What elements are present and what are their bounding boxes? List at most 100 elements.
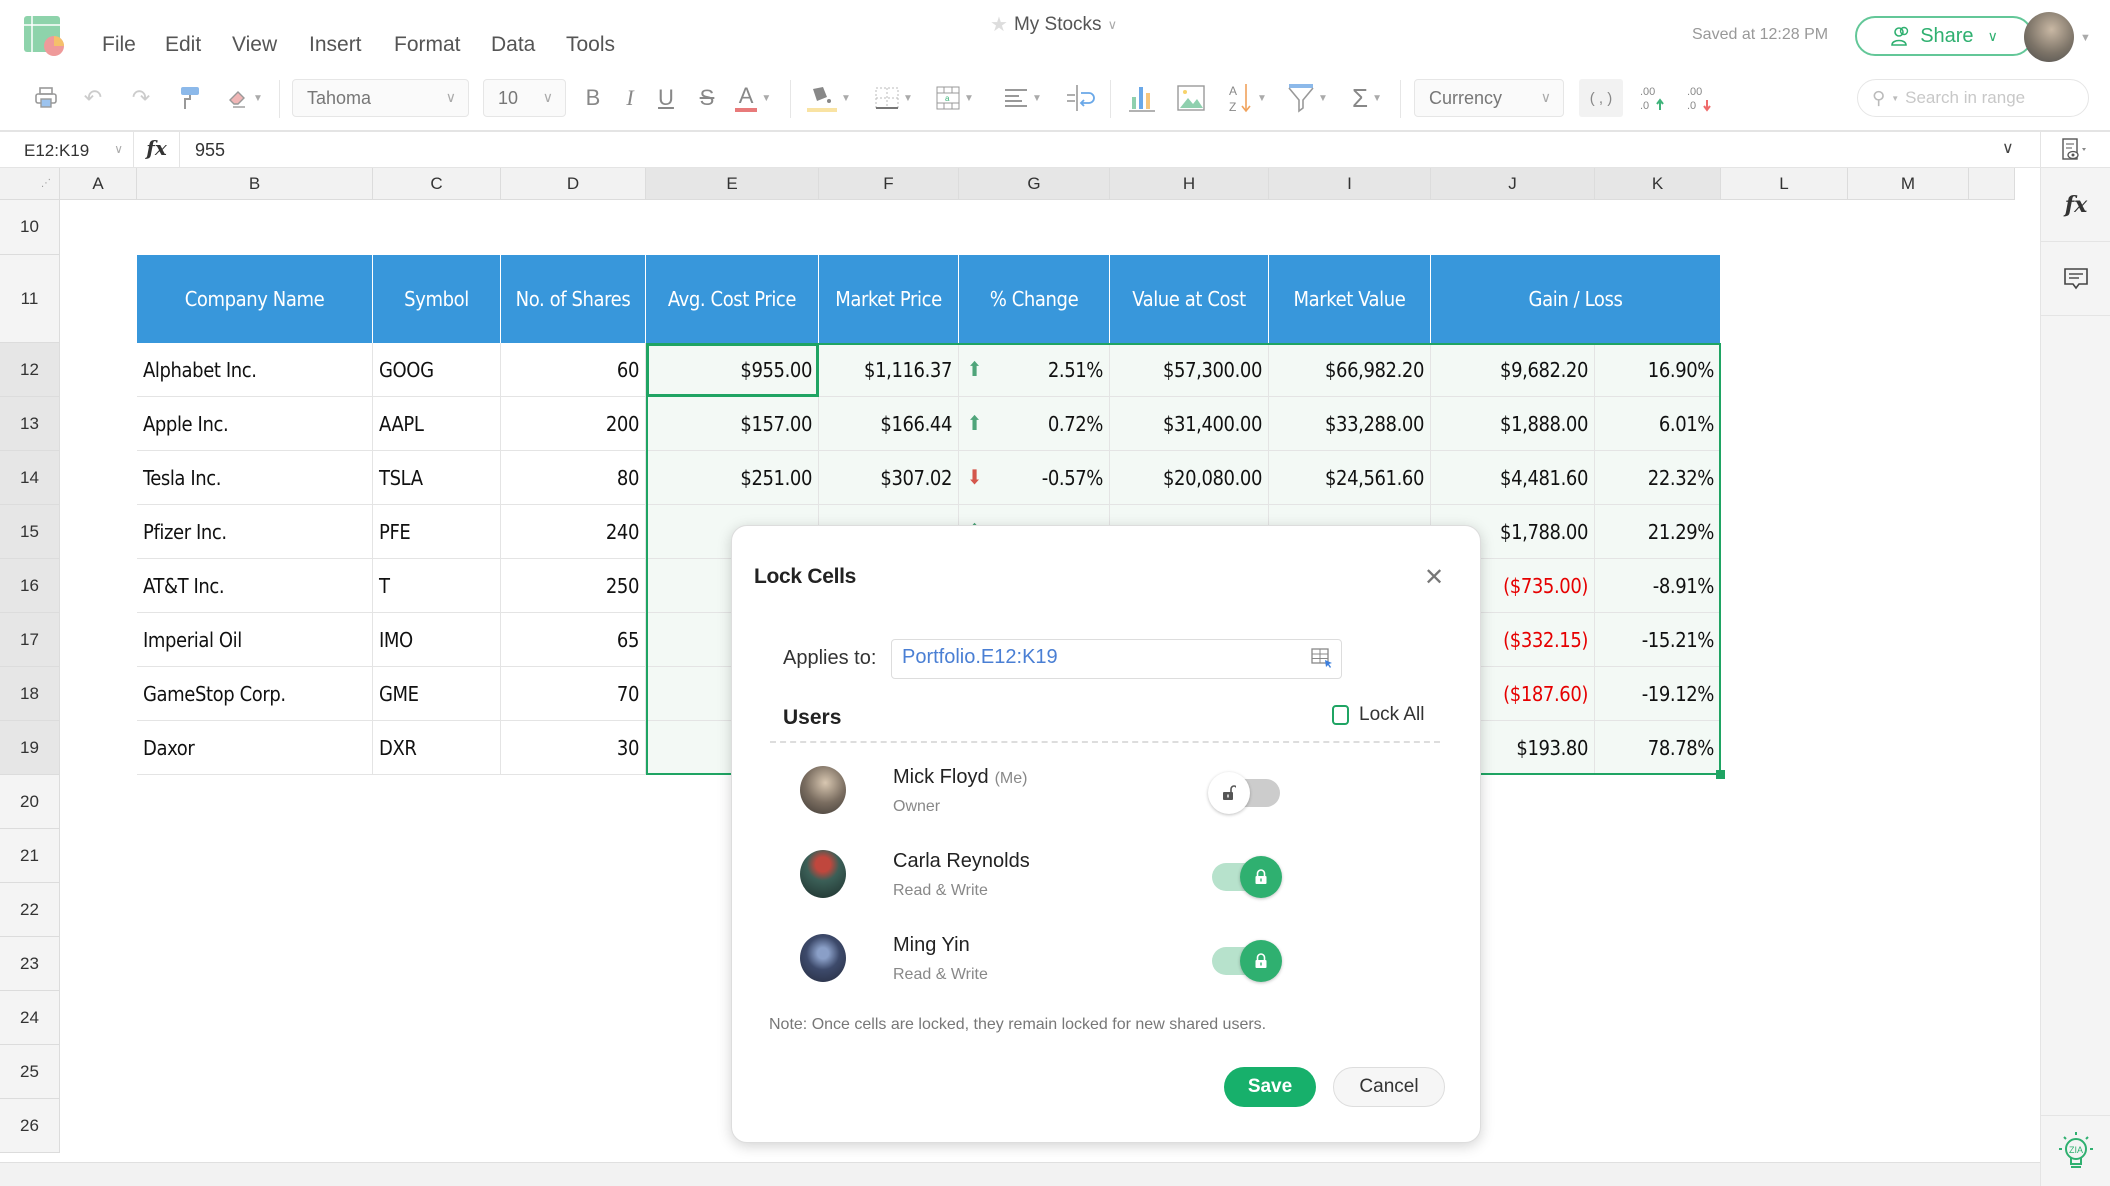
- row-header-24[interactable]: 24: [0, 991, 60, 1045]
- row-cell-a[interactable]: [60, 451, 137, 505]
- symbol-cell[interactable]: T: [373, 559, 501, 613]
- italic-icon[interactable]: I: [617, 82, 643, 114]
- lock-toggle[interactable]: [1208, 940, 1282, 982]
- symbol-cell[interactable]: DXR: [373, 721, 501, 775]
- menu-edit[interactable]: Edit: [165, 33, 201, 57]
- number-format-select[interactable]: Currency ∨: [1414, 79, 1564, 117]
- column-header-d[interactable]: D: [501, 168, 646, 200]
- row-header-14[interactable]: 14: [0, 451, 60, 505]
- underline-icon[interactable]: U: [653, 82, 679, 114]
- row-cell-a[interactable]: [60, 343, 137, 397]
- name-box[interactable]: E12:K19 ∨: [0, 132, 134, 168]
- row-cell-a[interactable]: [60, 721, 137, 775]
- image-icon[interactable]: [1175, 82, 1207, 114]
- increase-decimal-icon[interactable]: .00.0: [1637, 82, 1669, 114]
- symbol-cell[interactable]: GOOG: [373, 343, 501, 397]
- row-header-13[interactable]: 13: [0, 397, 60, 451]
- lock-toggle[interactable]: [1208, 772, 1280, 814]
- chevron-down-icon[interactable]: ∨: [114, 142, 123, 156]
- shares-cell[interactable]: 250: [501, 559, 646, 613]
- shares-cell[interactable]: 30: [501, 721, 646, 775]
- symbol-cell[interactable]: GME: [373, 667, 501, 721]
- row-header-16[interactable]: 16: [0, 559, 60, 613]
- menu-format[interactable]: Format: [394, 33, 461, 57]
- search-range-input[interactable]: ⚲ ▼ Search in range: [1857, 79, 2089, 117]
- row-header-12[interactable]: 12: [0, 343, 60, 397]
- shares-cell[interactable]: 70: [501, 667, 646, 721]
- gain-pct-cell[interactable]: -15.21%: [1595, 613, 1721, 667]
- company-cell[interactable]: Alphabet Inc.: [137, 343, 373, 397]
- shares-cell[interactable]: 60: [501, 343, 646, 397]
- font-family-select[interactable]: Tahoma ∨: [292, 79, 469, 117]
- bold-icon[interactable]: B: [580, 82, 606, 114]
- shares-cell[interactable]: 240: [501, 505, 646, 559]
- formula-input[interactable]: 955: [195, 140, 225, 161]
- menu-tools[interactable]: Tools: [566, 33, 615, 57]
- company-cell[interactable]: Tesla Inc.: [137, 451, 373, 505]
- expand-formula-icon[interactable]: ∨: [2002, 138, 2014, 158]
- save-button[interactable]: Save: [1224, 1067, 1316, 1107]
- horizontal-scrollbar[interactable]: [0, 1162, 2040, 1186]
- column-header-a[interactable]: A: [60, 168, 137, 200]
- gain-pct-cell[interactable]: 6.01%: [1595, 397, 1721, 451]
- value-at-cost-cell[interactable]: $20,080.00: [1110, 451, 1269, 505]
- star-icon[interactable]: ★: [990, 12, 1008, 37]
- column-header-i[interactable]: I: [1269, 168, 1431, 200]
- value-at-cost-cell[interactable]: $57,300.00: [1110, 343, 1269, 397]
- select-range-icon[interactable]: [1311, 648, 1333, 668]
- gain-pct-cell[interactable]: -8.91%: [1595, 559, 1721, 613]
- row-header-11[interactable]: 11: [0, 255, 60, 343]
- font-size-select[interactable]: 10 ∨: [483, 79, 566, 117]
- gain-cell[interactable]: $1,888.00: [1431, 397, 1595, 451]
- column-header-c[interactable]: C: [373, 168, 501, 200]
- borders-icon[interactable]: ▼: [871, 82, 917, 114]
- gain-pct-cell[interactable]: 22.32%: [1595, 451, 1721, 505]
- zia-assistant-icon[interactable]: ZIA: [2041, 1115, 2110, 1186]
- fill-color-icon[interactable]: ▼: [800, 82, 856, 114]
- share-button[interactable]: Share ∨: [1855, 16, 2033, 56]
- text-color-icon[interactable]: A ▼: [728, 82, 778, 114]
- column-header-k[interactable]: K: [1595, 168, 1721, 200]
- shares-cell[interactable]: 65: [501, 613, 646, 667]
- row-header-21[interactable]: 21: [0, 829, 60, 883]
- sort-icon[interactable]: A Z ▼: [1225, 82, 1271, 114]
- gain-pct-cell[interactable]: -19.12%: [1595, 667, 1721, 721]
- redo-icon[interactable]: ↷: [126, 82, 156, 114]
- undo-icon[interactable]: ↶: [78, 82, 108, 114]
- applies-to-input[interactable]: Portfolio.E12:K19: [891, 639, 1342, 679]
- market-price-cell[interactable]: $166.44: [819, 397, 959, 451]
- fx-icon[interactable]: fx: [134, 132, 180, 168]
- company-cell[interactable]: Imperial Oil: [137, 613, 373, 667]
- user-avatar[interactable]: [2024, 12, 2074, 62]
- view-options-icon[interactable]: [2041, 132, 2110, 168]
- app-logo[interactable]: [24, 16, 66, 56]
- value-at-cost-cell[interactable]: $31,400.00: [1110, 397, 1269, 451]
- row-cell-a[interactable]: [60, 559, 137, 613]
- sum-icon[interactable]: Σ ▼: [1346, 82, 1388, 114]
- cancel-button[interactable]: Cancel: [1333, 1067, 1445, 1107]
- row-cell-a[interactable]: [60, 613, 137, 667]
- row-header-22[interactable]: 22: [0, 883, 60, 937]
- symbol-cell[interactable]: IMO: [373, 613, 501, 667]
- row-header-17[interactable]: 17: [0, 613, 60, 667]
- gain-pct-cell[interactable]: 78.78%: [1595, 721, 1721, 775]
- row-header-26[interactable]: 26: [0, 1099, 60, 1153]
- avg-cost-cell[interactable]: $251.00: [646, 451, 819, 505]
- row-header-25[interactable]: 25: [0, 1045, 60, 1099]
- column-header-e[interactable]: E: [646, 168, 819, 200]
- menu-insert[interactable]: Insert: [309, 33, 362, 57]
- gain-pct-cell[interactable]: 16.90%: [1595, 343, 1721, 397]
- column-header-m[interactable]: M: [1848, 168, 1969, 200]
- symbol-cell[interactable]: PFE: [373, 505, 501, 559]
- symbol-cell[interactable]: TSLA: [373, 451, 501, 505]
- company-cell[interactable]: Daxor: [137, 721, 373, 775]
- comments-icon[interactable]: [2041, 242, 2110, 316]
- clear-format-icon[interactable]: ▼: [225, 82, 265, 114]
- shares-cell[interactable]: 200: [501, 397, 646, 451]
- document-title[interactable]: ★ My Stocks ∨: [990, 12, 1117, 37]
- functions-panel-icon[interactable]: fx: [2041, 168, 2110, 242]
- column-header-l[interactable]: L: [1721, 168, 1848, 200]
- caret-down-icon[interactable]: ▼: [2080, 32, 2091, 44]
- gain-pct-cell[interactable]: 21.29%: [1595, 505, 1721, 559]
- align-icon[interactable]: ▼: [1000, 82, 1046, 114]
